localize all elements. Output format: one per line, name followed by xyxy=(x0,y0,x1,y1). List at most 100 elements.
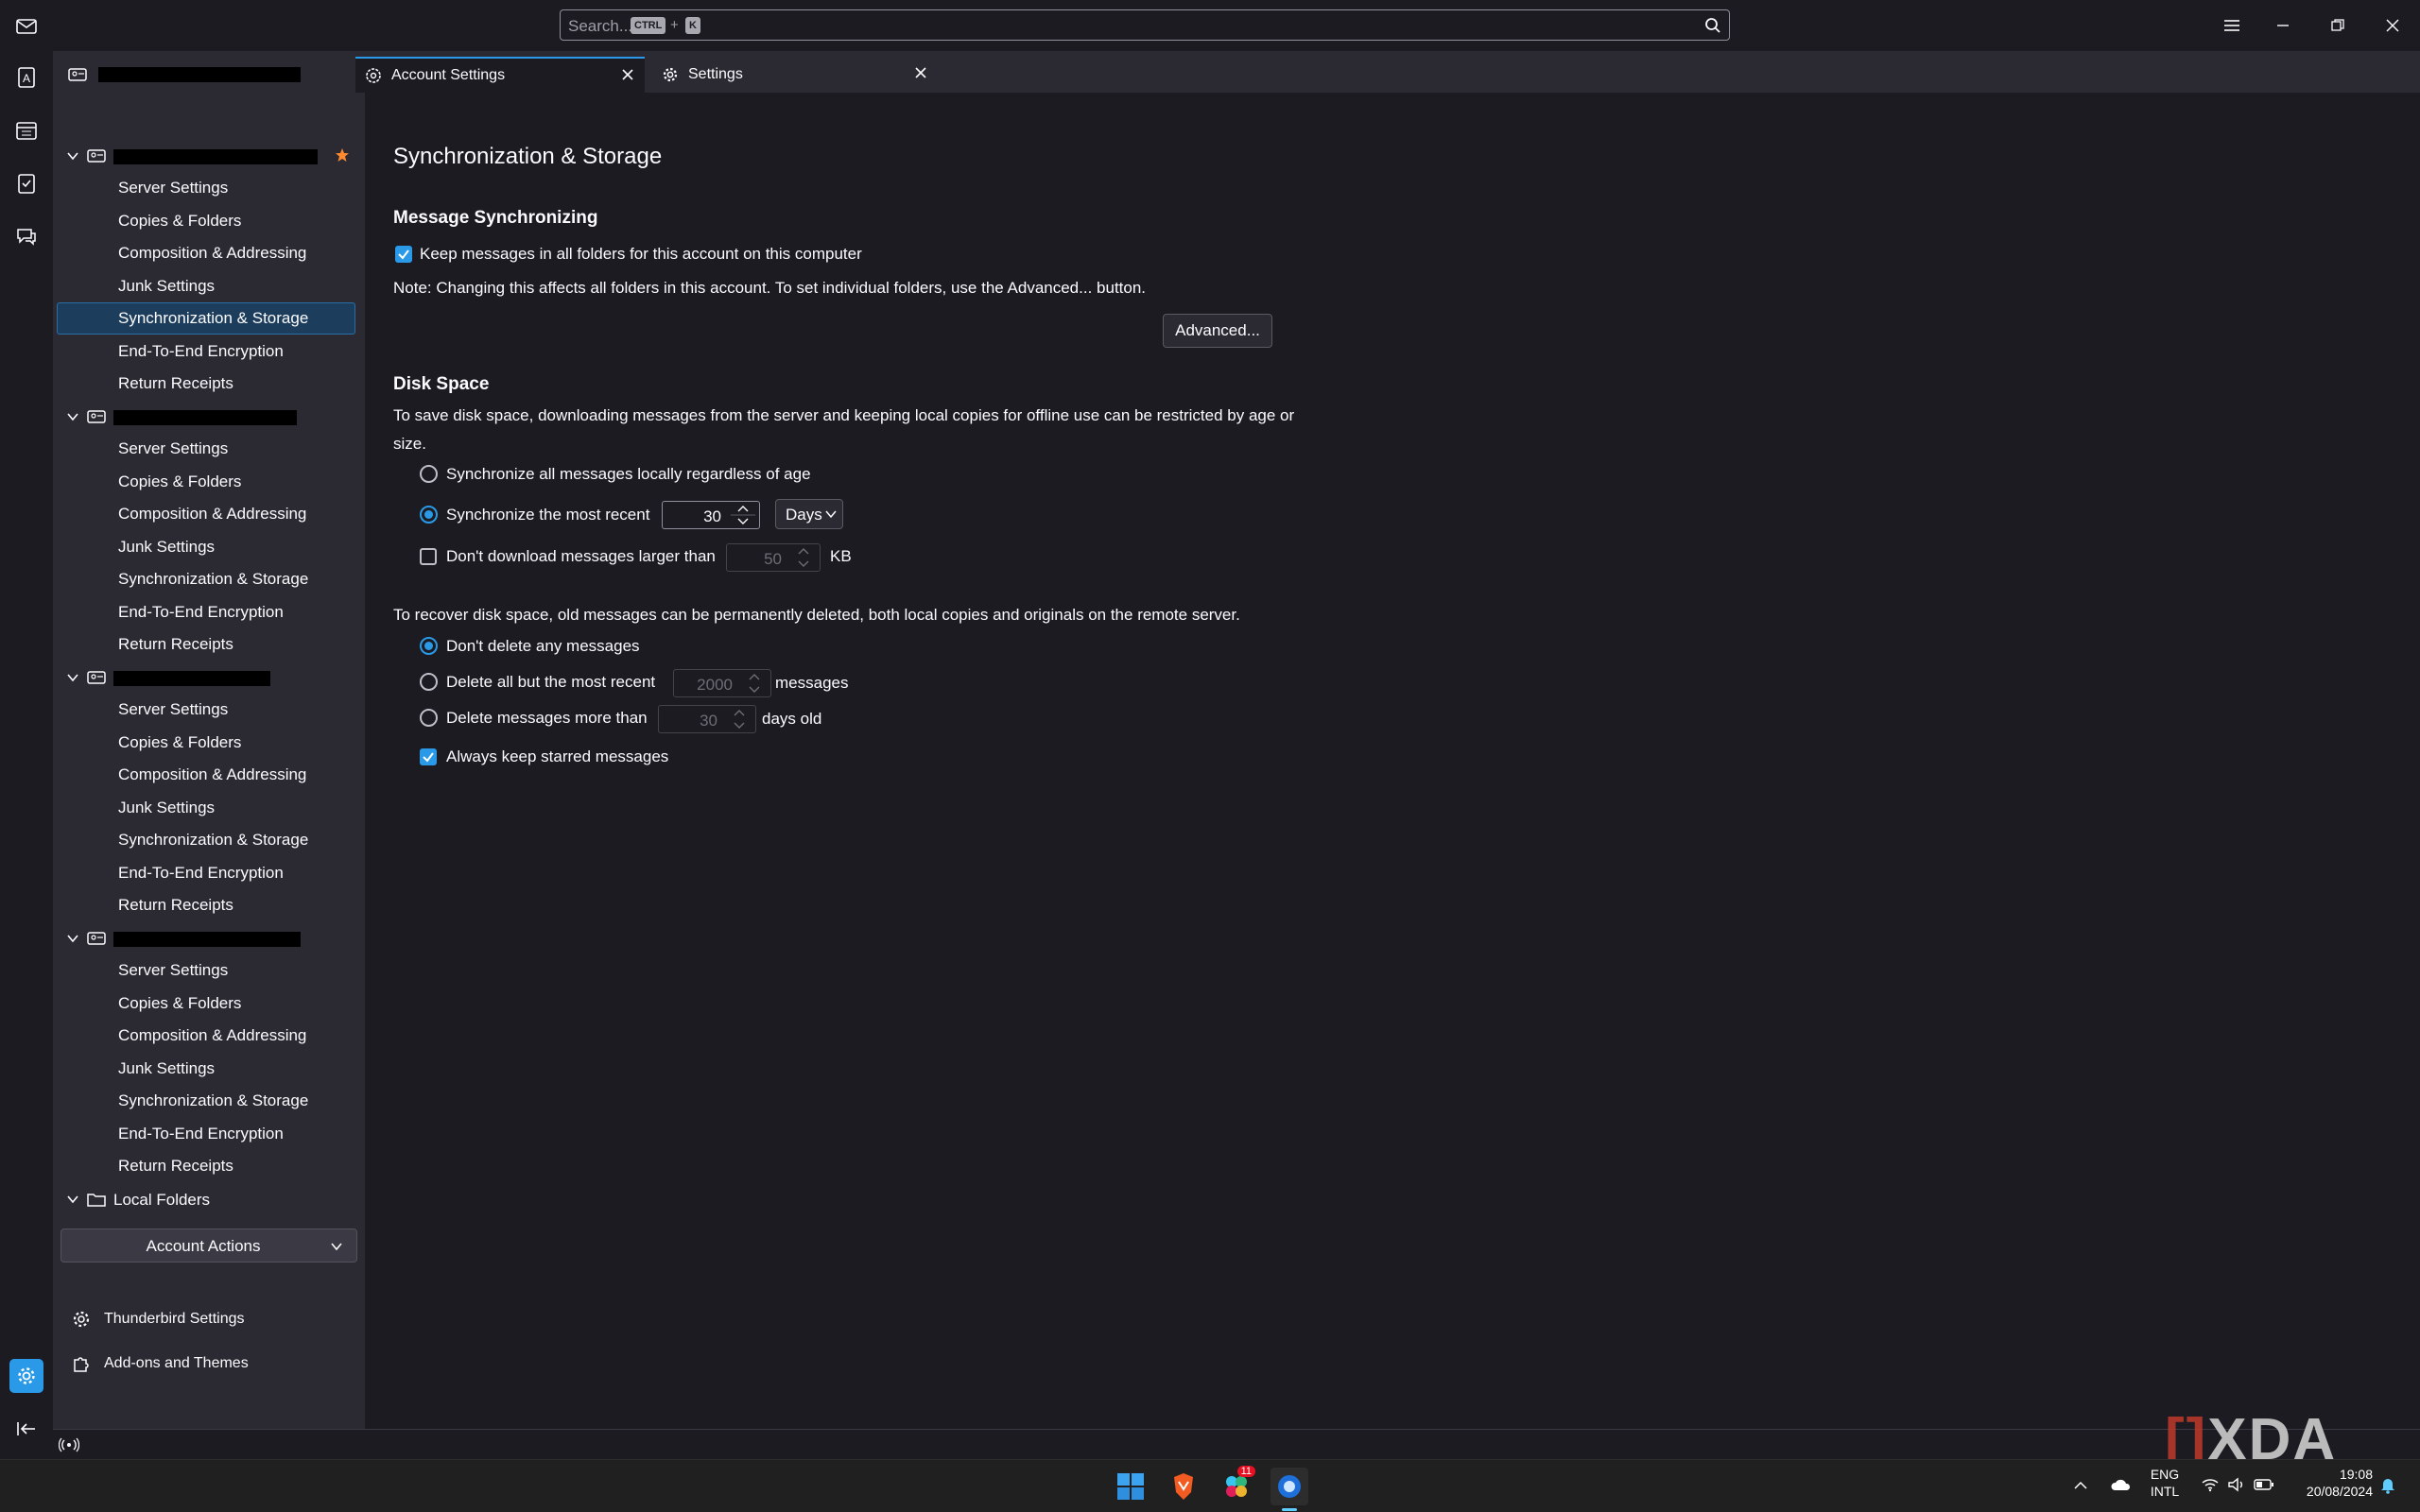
sidebar-item-composition[interactable]: Composition & Addressing xyxy=(57,237,355,269)
local-folders-row[interactable]: Local Folders xyxy=(53,1183,365,1215)
sidebar-item-junk[interactable]: Junk Settings xyxy=(57,1053,355,1085)
clock[interactable]: 19:08 20/08/2024 xyxy=(2288,1466,2373,1500)
sync-all-radio[interactable] xyxy=(420,465,438,483)
sidebar-item-e2ee[interactable]: End-To-End Encryption xyxy=(57,596,355,628)
delete-older-radio[interactable] xyxy=(420,709,438,727)
stepper-arrows-icon[interactable] xyxy=(725,707,753,731)
addons-themes-link[interactable]: Add-ons and Themes xyxy=(72,1349,249,1378)
chevron-down-icon[interactable] xyxy=(66,149,79,163)
sidebar-item-return-receipts[interactable]: Return Receipts xyxy=(57,368,355,400)
sidebar-item-junk[interactable]: Junk Settings xyxy=(57,270,355,302)
sidebar-item-junk[interactable]: Junk Settings xyxy=(57,792,355,824)
sidebar-item-composition[interactable]: Composition & Addressing xyxy=(57,759,355,791)
gear-icon xyxy=(662,66,679,83)
settings-space-icon[interactable] xyxy=(9,1359,43,1393)
stepper-arrows-icon[interactable] xyxy=(729,503,757,527)
chevron-down-icon[interactable] xyxy=(66,932,79,945)
dont-delete-radio[interactable] xyxy=(420,637,438,655)
delete-older-stepper[interactable]: 30 xyxy=(658,705,756,733)
tab-mail[interactable] xyxy=(57,57,350,93)
advanced-button[interactable]: Advanced... xyxy=(1163,314,1272,348)
sidebar-item-e2ee[interactable]: End-To-End Encryption xyxy=(57,1118,355,1150)
sidebar-item-e2ee[interactable]: End-To-End Encryption xyxy=(57,857,355,889)
sidebar-item-server-settings[interactable]: Server Settings xyxy=(57,433,355,465)
sync-unit-select[interactable]: Days xyxy=(775,499,843,529)
chat-icon[interactable] xyxy=(9,219,43,253)
sidebar-item-sync-storage[interactable]: Synchronization & Storage xyxy=(57,1085,355,1117)
search-icon[interactable] xyxy=(1704,17,1721,34)
sidebar-item-copies-folders[interactable]: Copies & Folders xyxy=(57,466,355,498)
notification-badge: 11 xyxy=(1236,1466,1255,1477)
notification-bell-icon[interactable] xyxy=(2380,1477,2395,1494)
sidebar-item-return-receipts[interactable]: Return Receipts xyxy=(57,628,355,661)
windows-taskbar: 11 ENG INTL 19:08 20/08/2024 xyxy=(0,1459,2420,1512)
delete-all-but-radio[interactable] xyxy=(420,673,438,691)
sidebar-item-return-receipts[interactable]: Return Receipts xyxy=(57,889,355,921)
sidebar-item-return-receipts[interactable]: Return Receipts xyxy=(57,1150,355,1182)
sync-note: Note: Changing this affects all folders … xyxy=(393,279,1147,297)
chevron-down-icon[interactable] xyxy=(66,671,79,684)
tasks-icon[interactable] xyxy=(9,166,43,200)
tab-settings[interactable]: Settings xyxy=(648,57,938,93)
restore-icon[interactable] xyxy=(2322,9,2354,42)
chevron-down-icon[interactable] xyxy=(66,410,79,423)
sidebar-item-sync-storage[interactable]: Synchronization & Storage xyxy=(57,824,355,856)
address-book-icon[interactable]: A xyxy=(9,60,43,94)
windows-start-icon[interactable] xyxy=(1112,1468,1150,1505)
account-sidebar: Server Settings Copies & Folders Composi… xyxy=(53,93,365,1429)
chevron-up-icon[interactable] xyxy=(2074,1481,2087,1490)
volume-icon[interactable] xyxy=(2227,1477,2246,1492)
redacted-account-name xyxy=(113,410,297,425)
sidebar-item-copies-folders[interactable]: Copies & Folders xyxy=(57,205,355,237)
sidebar-item-server-settings[interactable]: Server Settings xyxy=(57,172,355,204)
thunderbird-icon[interactable] xyxy=(1270,1468,1308,1505)
sync-recent-stepper[interactable]: 30 xyxy=(662,501,760,529)
sidebar-item-composition[interactable]: Composition & Addressing xyxy=(57,1020,355,1052)
chevron-down-icon[interactable] xyxy=(66,1193,79,1206)
calendar-icon[interactable] xyxy=(9,113,43,147)
battery-icon[interactable] xyxy=(2254,1478,2274,1491)
close-window-icon[interactable] xyxy=(2377,9,2409,42)
keep-starred-label: Always keep starred messages xyxy=(446,747,669,765)
account-row[interactable] xyxy=(53,140,365,172)
thunderbird-settings-link[interactable]: Thunderbird Settings xyxy=(72,1305,245,1333)
brave-browser-icon[interactable] xyxy=(1165,1468,1202,1505)
sidebar-item-composition[interactable]: Composition & Addressing xyxy=(57,498,355,530)
stepper-arrows-icon[interactable] xyxy=(740,671,769,696)
app-menu-icon[interactable] xyxy=(2216,9,2248,42)
account-row[interactable] xyxy=(53,401,365,433)
sidebar-item-sync-storage[interactable]: Synchronization & Storage xyxy=(57,563,355,595)
delete-all-but-stepper[interactable]: 2000 xyxy=(673,669,771,697)
sidebar-item-copies-folders[interactable]: Copies & Folders xyxy=(57,727,355,759)
wifi-icon[interactable] xyxy=(2201,1477,2220,1492)
search-input[interactable]: Search... CTRL + K xyxy=(560,9,1730,41)
keep-starred-checkbox[interactable] xyxy=(420,748,437,765)
language-indicator[interactable]: ENG INTL xyxy=(2146,1466,2184,1500)
minimize-icon[interactable] xyxy=(2267,9,2299,42)
collapse-toolbar-icon[interactable] xyxy=(9,1412,43,1446)
chevron-down-icon xyxy=(825,510,837,519)
sidebar-item-e2ee[interactable]: End-To-End Encryption xyxy=(57,335,355,368)
account-row[interactable] xyxy=(53,662,365,694)
close-tab-icon[interactable] xyxy=(913,65,928,80)
sync-unit-value: Days xyxy=(786,506,822,524)
onedrive-icon[interactable] xyxy=(2110,1477,2131,1492)
mail-icon[interactable] xyxy=(9,9,43,43)
sidebar-item-server-settings[interactable]: Server Settings xyxy=(57,954,355,987)
recover-description: To recover disk space, old messages can … xyxy=(393,606,1240,624)
stepper-arrows-icon[interactable] xyxy=(789,545,818,570)
slack-icon[interactable]: 11 xyxy=(1218,1466,1255,1505)
connection-status-icon[interactable] xyxy=(59,1437,79,1452)
close-tab-icon[interactable] xyxy=(620,67,635,82)
sidebar-item-junk[interactable]: Junk Settings xyxy=(57,531,355,563)
dont-download-checkbox[interactable] xyxy=(420,548,437,565)
keep-messages-checkbox[interactable] xyxy=(395,246,412,263)
dont-download-stepper[interactable]: 50 xyxy=(726,543,821,572)
sync-recent-radio[interactable] xyxy=(420,506,438,524)
sidebar-item-sync-storage[interactable]: Synchronization & Storage xyxy=(57,302,355,335)
tab-account-settings[interactable]: Account Settings xyxy=(355,57,645,93)
sidebar-item-server-settings[interactable]: Server Settings xyxy=(57,694,355,726)
sidebar-item-copies-folders[interactable]: Copies & Folders xyxy=(57,988,355,1020)
account-row[interactable] xyxy=(53,922,365,954)
account-actions-button[interactable]: Account Actions xyxy=(60,1228,357,1263)
